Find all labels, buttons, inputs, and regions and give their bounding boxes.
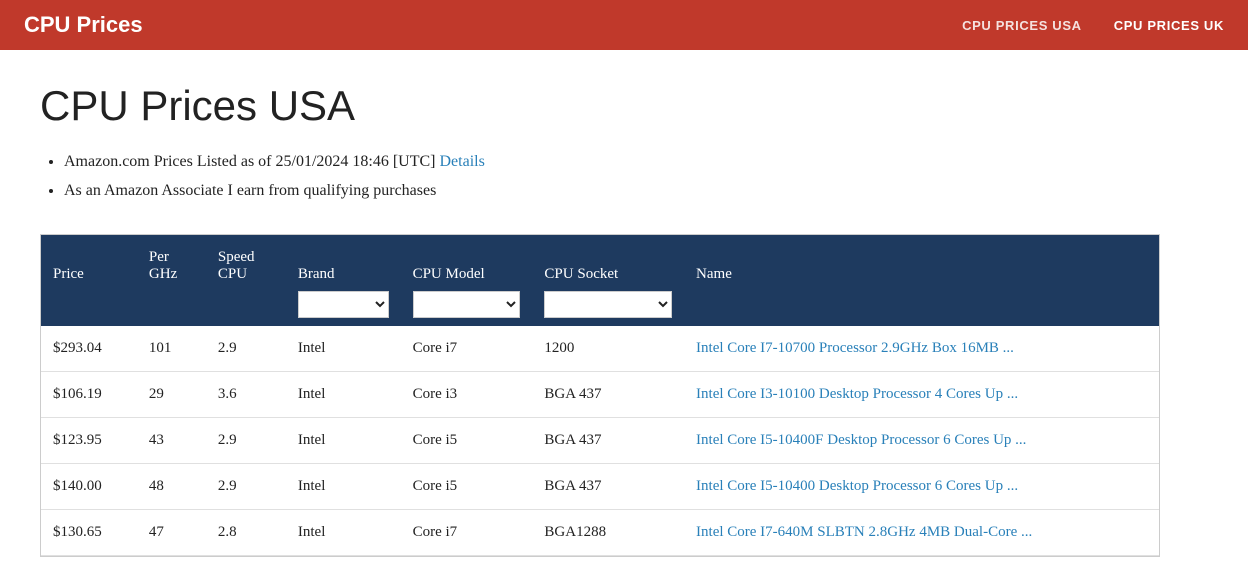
cell-socket: 1200	[532, 326, 684, 372]
cell-brand: Intel	[286, 463, 401, 509]
col-speed-cpu: SpeedCPU	[206, 235, 286, 287]
cell-brand: Intel	[286, 371, 401, 417]
filter-per-ghz-empty	[137, 287, 206, 326]
table-row: $293.041012.9IntelCore i71200Intel Core …	[41, 326, 1159, 372]
filter-speed-empty	[206, 287, 286, 326]
cell-name[interactable]: Intel Core I5-10400F Desktop Processor 6…	[684, 417, 1159, 463]
info-text-0: Amazon.com Prices Listed as of 25/01/202…	[64, 153, 436, 170]
filter-socket-cell[interactable]: 1200 BGA 437 BGA1288	[532, 287, 684, 326]
site-header: CPU Prices CPU PRICES USA CPU PRICES UK	[0, 0, 1248, 50]
cell-price: $140.00	[41, 463, 137, 509]
col-cpu-model: CPU Model	[401, 235, 533, 287]
brand-filter-select[interactable]: Intel AMD	[298, 291, 389, 318]
page-title: CPU Prices USA	[40, 82, 1160, 130]
col-name: Name	[684, 235, 1159, 287]
cell-brand: Intel	[286, 326, 401, 372]
info-item-0: Amazon.com Prices Listed as of 25/01/202…	[64, 148, 1160, 177]
main-content: CPU Prices USA Amazon.com Prices Listed …	[0, 50, 1200, 577]
cell-socket: BGA 437	[532, 463, 684, 509]
table-container: Price PerGHz SpeedCPU Brand CPU Model CP…	[40, 234, 1160, 557]
header-nav: CPU PRICES USA CPU PRICES UK	[962, 18, 1224, 33]
cell-name[interactable]: Intel Core I7-10700 Processor 2.9GHz Box…	[684, 326, 1159, 372]
cell-model: Core i7	[401, 326, 533, 372]
info-list: Amazon.com Prices Listed as of 25/01/202…	[64, 148, 1160, 206]
cell-socket: BGA 437	[532, 371, 684, 417]
col-brand: Brand	[286, 235, 401, 287]
cell-speed: 2.8	[206, 509, 286, 555]
cell-price: $106.19	[41, 371, 137, 417]
col-cpu-socket: CPU Socket	[532, 235, 684, 287]
col-per-ghz: PerGHz	[137, 235, 206, 287]
filter-brand-cell[interactable]: Intel AMD	[286, 287, 401, 326]
table-row: $140.00482.9IntelCore i5BGA 437Intel Cor…	[41, 463, 1159, 509]
cell-socket: BGA1288	[532, 509, 684, 555]
socket-filter-select[interactable]: 1200 BGA 437 BGA1288	[544, 291, 672, 318]
cell-model: Core i5	[401, 417, 533, 463]
info-item-1: As an Amazon Associate I earn from quali…	[64, 177, 1160, 206]
filter-price-empty	[41, 287, 137, 326]
table-row: $106.19293.6IntelCore i3BGA 437Intel Cor…	[41, 371, 1159, 417]
cell-price: $130.65	[41, 509, 137, 555]
filter-name-empty	[684, 287, 1159, 326]
cell-per-ghz: 43	[137, 417, 206, 463]
nav-cpu-prices-usa[interactable]: CPU PRICES USA	[962, 18, 1082, 33]
cell-price: $123.95	[41, 417, 137, 463]
site-title: CPU Prices	[24, 12, 143, 38]
model-filter-select[interactable]: Core i3 Core i5 Core i7	[413, 291, 521, 318]
cell-speed: 2.9	[206, 417, 286, 463]
table-row: $130.65472.8IntelCore i7BGA1288Intel Cor…	[41, 509, 1159, 555]
cell-socket: BGA 437	[532, 417, 684, 463]
cell-model: Core i7	[401, 509, 533, 555]
cell-speed: 3.6	[206, 371, 286, 417]
cell-per-ghz: 47	[137, 509, 206, 555]
table-row: $123.95432.9IntelCore i5BGA 437Intel Cor…	[41, 417, 1159, 463]
cell-model: Core i3	[401, 371, 533, 417]
cell-name[interactable]: Intel Core I5-10400 Desktop Processor 6 …	[684, 463, 1159, 509]
cell-per-ghz: 48	[137, 463, 206, 509]
cell-per-ghz: 29	[137, 371, 206, 417]
col-price: Price	[41, 235, 137, 287]
cell-price: $293.04	[41, 326, 137, 372]
cell-name[interactable]: Intel Core I3-10100 Desktop Processor 4 …	[684, 371, 1159, 417]
cell-model: Core i5	[401, 463, 533, 509]
cell-brand: Intel	[286, 417, 401, 463]
cpu-table: Price PerGHz SpeedCPU Brand CPU Model CP…	[41, 235, 1159, 556]
cell-speed: 2.9	[206, 463, 286, 509]
cell-speed: 2.9	[206, 326, 286, 372]
cell-per-ghz: 101	[137, 326, 206, 372]
cell-brand: Intel	[286, 509, 401, 555]
details-link[interactable]: Details	[440, 153, 485, 170]
cell-name[interactable]: Intel Core I7-640M SLBTN 2.8GHz 4MB Dual…	[684, 509, 1159, 555]
nav-cpu-prices-uk[interactable]: CPU PRICES UK	[1114, 18, 1224, 33]
filter-model-cell[interactable]: Core i3 Core i5 Core i7	[401, 287, 533, 326]
